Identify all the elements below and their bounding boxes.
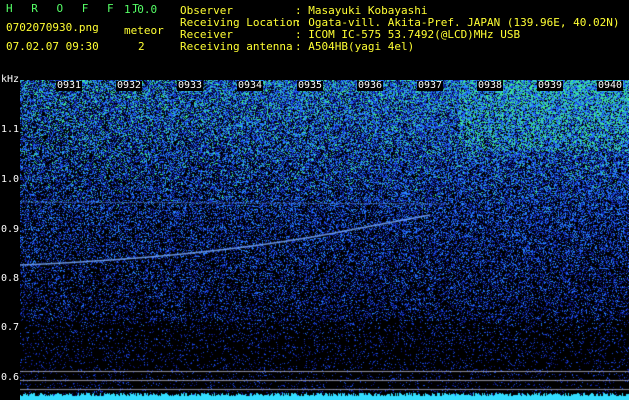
y-tick: 1.1	[1, 124, 20, 135]
app-version: 1.0.0	[124, 3, 158, 16]
timestamp: 07.02.07 09:30	[6, 40, 99, 53]
x-tick: 0931	[56, 80, 83, 91]
x-tick: 0940	[597, 80, 624, 91]
y-tick: 1.0	[1, 174, 20, 185]
x-tick: 0932	[116, 80, 143, 91]
x-tick: 0939	[537, 80, 564, 91]
x-tick: 0936	[357, 80, 384, 91]
file-name: 0702070930.png	[6, 21, 99, 34]
x-tick: 0934	[237, 80, 264, 91]
y-tick: 0.9	[1, 224, 20, 235]
info-antenna-label: Receiving antenna	[180, 40, 293, 53]
y-tick: 0.6	[1, 372, 20, 383]
info-antenna-value: : A504HB(yagi 4el)	[295, 40, 415, 53]
x-tick: 0938	[477, 80, 504, 91]
y-tick: 0.7	[1, 322, 20, 333]
spectrogram-canvas	[20, 80, 629, 400]
x-tick: 0937	[417, 80, 444, 91]
meteor-label: meteor	[124, 24, 164, 37]
x-tick: 0935	[297, 80, 324, 91]
meteor-count: 2	[138, 40, 145, 53]
y-axis-unit: kHz	[1, 74, 20, 85]
x-tick: 0933	[177, 80, 204, 91]
y-tick: 0.8	[1, 273, 20, 284]
